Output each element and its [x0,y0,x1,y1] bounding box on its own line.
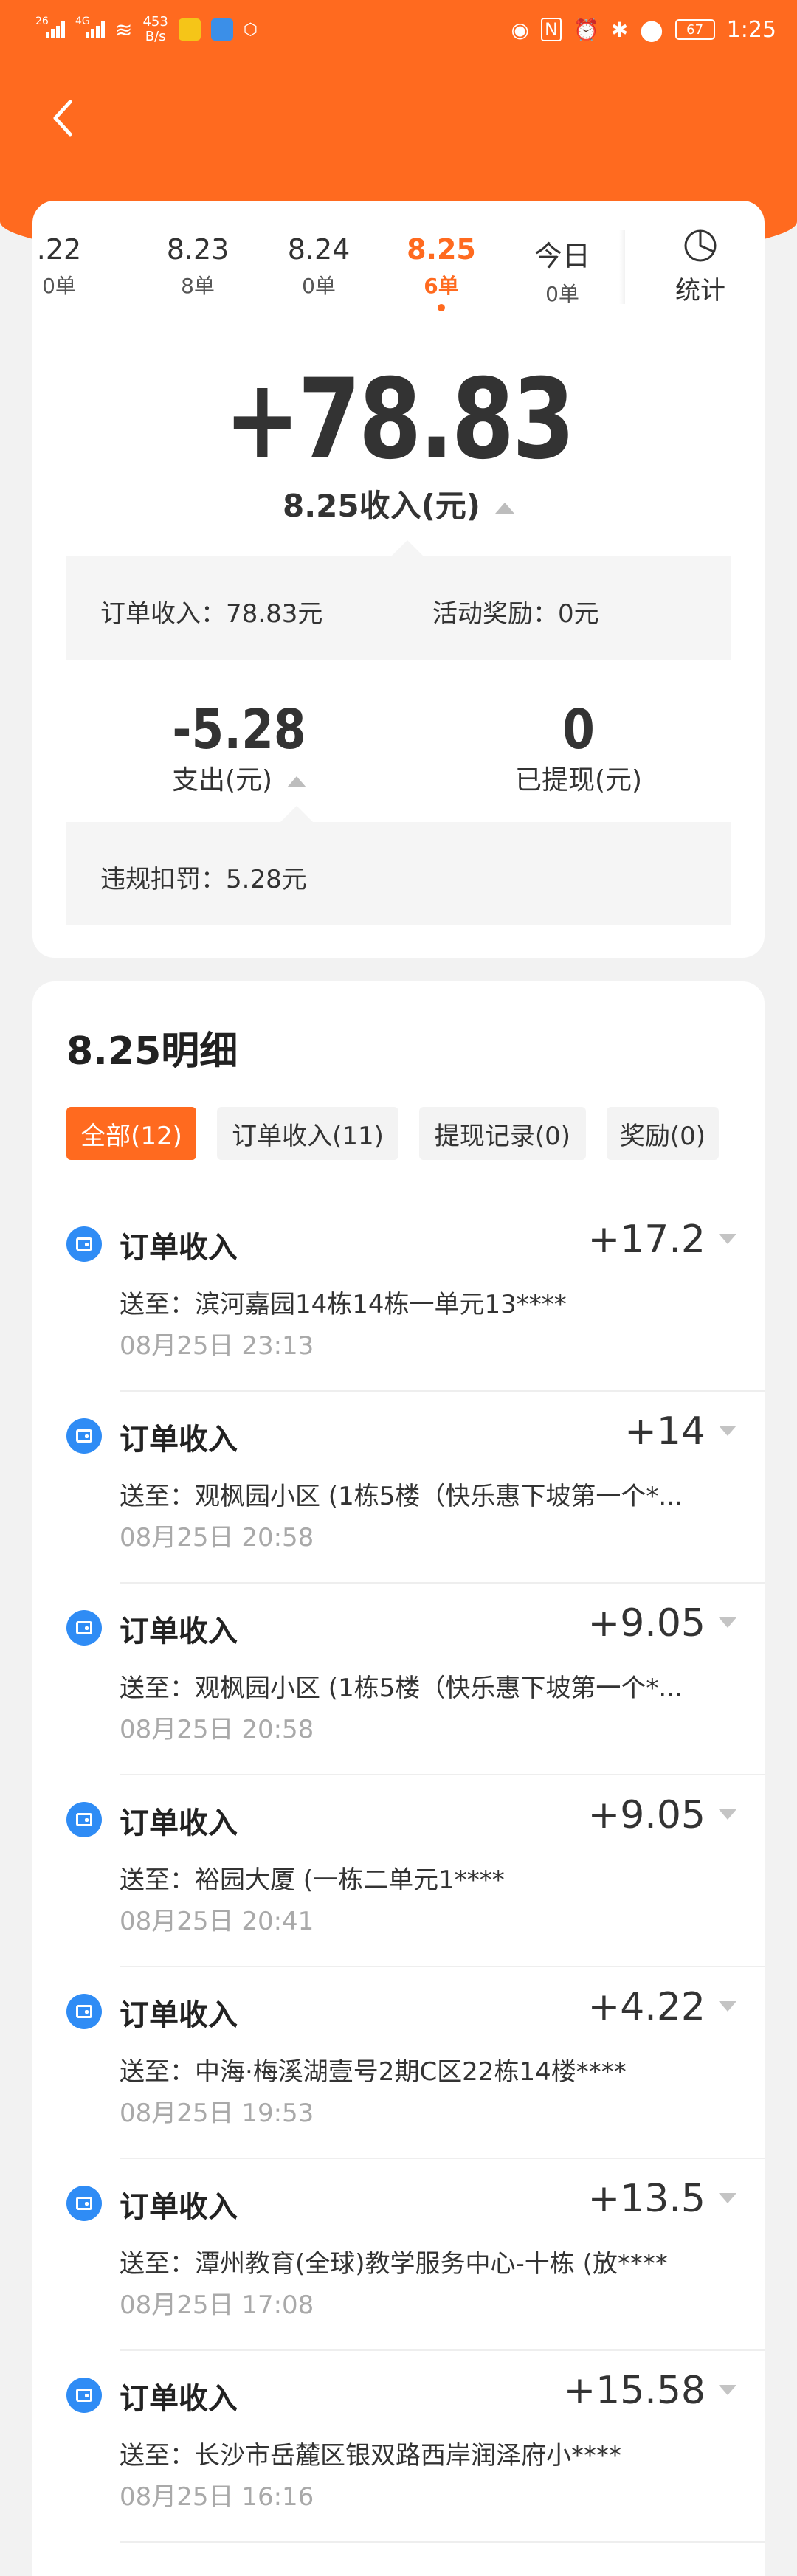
total-income-amount: +78.83 [224,356,576,484]
filter-all[interactable]: 全部(12) [66,1107,196,1160]
signal-icon: 26 [35,15,65,38]
income-label[interactable]: 8.25收入(元) [32,481,765,526]
expense-label[interactable]: 支出(元) [143,759,335,797]
date-tab-0822[interactable]: .22 0单 [7,233,111,300]
date-tab-0823[interactable]: 8.23 8单 [146,233,249,300]
filter-rewards[interactable]: 奖励(0) [607,1107,719,1160]
wallet-icon [66,1994,102,2029]
alarm-icon: ⏰ [573,17,599,42]
divider [120,2541,765,2543]
wallet-icon [66,1802,102,1837]
clock: 1:25 [726,16,776,43]
date-tab-0825[interactable]: 8.25 6单 [390,233,493,311]
cube-icon: ⬡ [243,20,258,39]
battery-icon: 67 [674,19,715,40]
status-bar: 26 4G ≋ 453 B/s ⬡ ◉ N ⏰ ✱ ⬤ 67 1:25 [0,0,797,59]
caret-up-icon [495,503,515,514]
caret-down-icon[interactable] [719,1426,736,1436]
order-income: 订单收入：78.83元 [100,599,323,629]
list-item[interactable]: 订单收入 +17.2 送至：滨河嘉园14栋14栋一单元13**** 08月25日… [32,1200,765,1392]
network-speed: 453 B/s [142,14,168,44]
date-tab-today[interactable]: 今日 0单 [511,233,614,308]
caret-down-icon[interactable] [719,1809,736,1820]
date-selector: .22 0单 8.23 8单 8.24 0单 8.25 6单 今日 0单 统计 [32,201,765,319]
app-notification-icon [178,18,201,41]
caret-down-icon[interactable] [719,1234,736,1244]
income-summary-card: .22 0单 8.23 8单 8.24 0单 8.25 6单 今日 0单 统计 [32,201,765,958]
list-item[interactable]: 订单收入 +9.05 送至：观枫园小区 (1栋5楼（快乐惠下坡第一个*... 0… [32,1584,765,1775]
signal-icon: 4G [75,15,105,38]
withdrawn-amount: 0 [562,698,595,762]
expense-amount: -5.28 [172,698,306,762]
filter-withdraw-records[interactable]: 提现记录(0) [419,1107,586,1160]
list-item[interactable]: 订单收入 +9.05 送至：裕园大厦 (一栋二单元1**** 08月25日 20… [32,1775,765,1967]
expense-breakdown: 违规扣罚：5.28元 [66,806,731,925]
filter-order-income[interactable]: 订单收入(11) [217,1107,398,1160]
location-icon: ⬤ [640,17,663,42]
caret-down-icon[interactable] [719,2001,736,2012]
date-tab-0824[interactable]: 8.24 0单 [267,233,370,300]
pie-chart-icon [684,229,717,262]
app-notification-icon [210,18,233,41]
wallet-icon [66,1418,102,1454]
wallet-icon [66,1610,102,1646]
statistics-button[interactable]: 统计 [645,227,756,306]
selected-dot [438,304,445,311]
caret-down-icon[interactable] [719,2193,736,2203]
wallet-icon [66,2378,102,2413]
detail-card: 8.25明细 全部(12) 订单收入(11) 提现记录(0) 奖励(0) 订单收… [32,981,765,2576]
detail-title: 8.25明细 [66,1029,238,1074]
list-item[interactable]: 订单收入 +13.5 送至：潭州教育(全球)教学服务中心-十栋 (放**** 0… [32,2159,765,2351]
caret-down-icon[interactable] [719,1617,736,1628]
nfc-icon: N [540,18,562,41]
income-breakdown: 订单收入：78.83元 活动奖励：0元 [66,540,731,660]
activity-reward: 活动奖励：0元 [432,599,599,629]
wifi-icon: ≋ [115,17,133,42]
list-item[interactable]: 订单收入 +14 送至：观枫园小区 (1栋5楼（快乐惠下坡第一个*... 08月… [32,1392,765,1584]
list-item[interactable]: 订单收入 +4.22 送至：中海·梅溪湖壹号2期C区22栋14楼**** 08月… [32,1967,765,2159]
chevron-left-icon [53,100,72,137]
divider [619,230,625,304]
caret-down-icon[interactable] [719,2385,736,2395]
caret-up-icon [287,776,307,787]
wallet-icon [66,1226,102,1262]
withdrawn-label: 已提现(元) [514,765,643,795]
penalty: 违规扣罚：5.28元 [100,865,307,894]
eye-icon: ◉ [511,17,529,42]
back-button[interactable] [44,89,81,148]
list-item[interactable]: 订单收入 +15.58 送至：长沙市岳麓区银双路西岸润泽府小**** 08月25… [32,2351,765,2543]
bluetooth-icon: ✱ [610,17,629,42]
wallet-icon [66,2186,102,2221]
